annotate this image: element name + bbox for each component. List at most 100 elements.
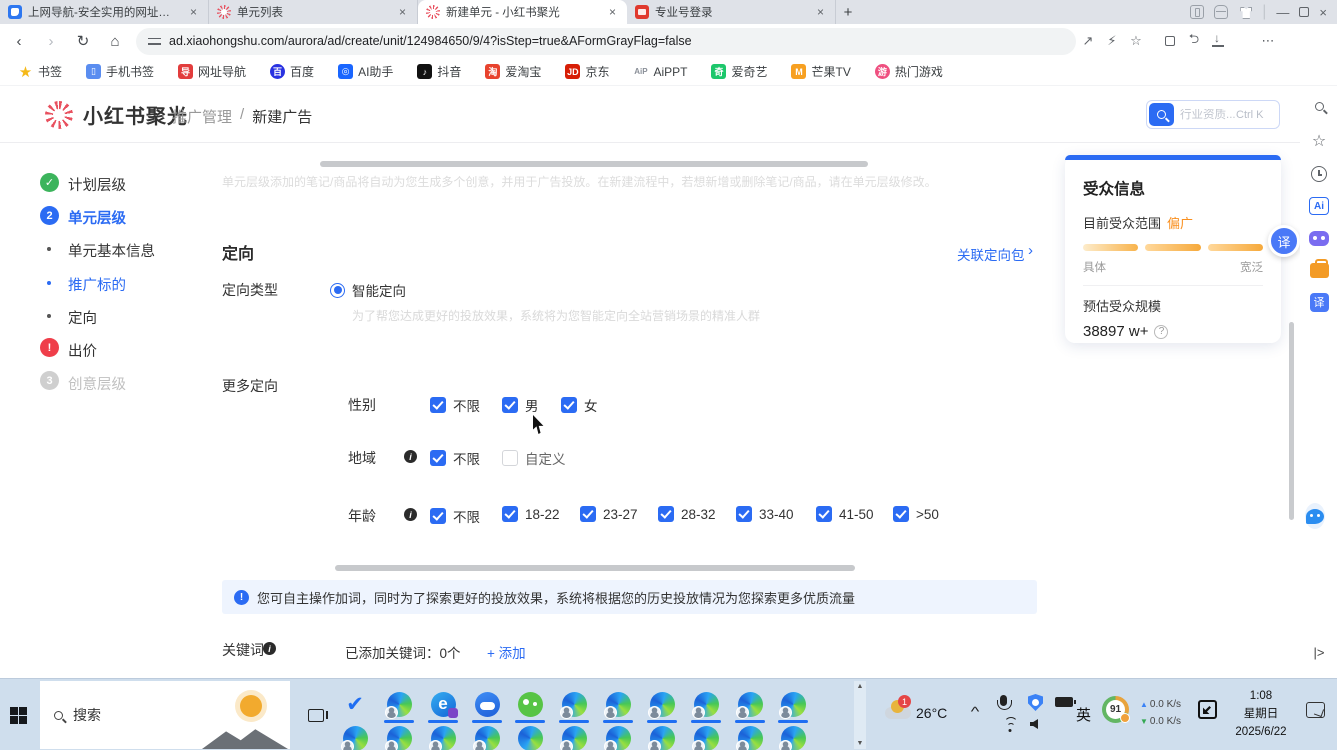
rail-search-icon[interactable] — [1309, 96, 1329, 116]
checkbox[interactable] — [430, 397, 446, 413]
speaker-icon[interactable] — [1030, 719, 1038, 729]
extension-icon[interactable] — [1158, 29, 1182, 53]
taskbar-app-edge[interactable] — [690, 689, 722, 719]
taskbar-app-edge[interactable] — [339, 723, 371, 750]
add-keyword-button[interactable]: + 添加 — [487, 642, 526, 662]
bookmark-item[interactable]: AiPAiPPT — [633, 64, 687, 79]
horizontal-scrollbar[interactable] — [335, 565, 855, 571]
ime-indicator[interactable]: 英 — [1076, 704, 1091, 725]
checkbox[interactable] — [430, 450, 446, 466]
info-icon[interactable]: i — [404, 508, 417, 521]
clock[interactable]: 1:08 星期日 2025/6/22 — [1226, 687, 1296, 741]
region-option-unlimited[interactable]: 不限 — [430, 448, 480, 468]
tab-new-unit-active[interactable]: 新建单元 - 小红书聚光 × — [418, 0, 627, 24]
sidebar-item-bid[interactable]: 出价 — [68, 340, 97, 361]
sidebar-item-unit-basic[interactable]: 单元基本信息 — [68, 240, 155, 261]
maximize-button[interactable] — [1299, 7, 1309, 17]
hidden-icons-chevron[interactable]: ^ — [971, 704, 980, 719]
taskbar-app-edge[interactable] — [777, 689, 809, 719]
taskbar-app-edge[interactable] — [646, 723, 678, 750]
bookmark-item[interactable]: 导网址导航 — [178, 63, 246, 80]
info-icon[interactable]: i — [263, 642, 276, 655]
bookmark-item[interactable]: JD京东 — [565, 63, 609, 80]
tab-close-icon[interactable]: × — [814, 5, 827, 19]
temperature-label[interactable]: 26°C — [916, 705, 947, 721]
taskbar-overflow-scrollbar[interactable]: ▲▼ — [854, 681, 866, 749]
flash-icon[interactable]: ⚡ — [1100, 29, 1124, 53]
age-option-unlimited[interactable]: 不限 — [430, 506, 480, 526]
taskbar-app-wechat[interactable] — [514, 689, 546, 719]
sidebar-item-targeting[interactable]: 定向 — [68, 307, 97, 328]
checkbox[interactable] — [502, 397, 518, 413]
taskbar-app-edge[interactable] — [777, 723, 809, 750]
taskbar-app-edge[interactable] — [471, 723, 503, 750]
question-icon[interactable]: ? — [1154, 325, 1168, 339]
taskbar-app-edge[interactable] — [646, 689, 678, 719]
forward-button[interactable]: › — [38, 28, 64, 54]
wifi-icon[interactable] — [1002, 719, 1018, 732]
task-view-icon[interactable] — [308, 709, 324, 722]
start-button[interactable] — [10, 707, 27, 724]
battery-icon[interactable] — [1055, 697, 1073, 707]
age-option-28-32[interactable]: 28-32 — [658, 506, 716, 522]
close-window-button[interactable]: × — [1319, 5, 1327, 20]
tab-close-icon[interactable]: × — [187, 5, 200, 19]
bookmark-item[interactable]: M芒果TV — [791, 63, 850, 80]
targeting-package-link[interactable]: 关联定向包 — [957, 244, 1025, 264]
taskbar-app-edge[interactable] — [734, 723, 766, 750]
sidebar-step-unit[interactable]: 单元层级 — [68, 207, 126, 228]
notification-center-icon[interactable] — [1306, 702, 1325, 718]
taskbar-search[interactable]: 搜索 — [40, 681, 290, 749]
horizontal-scrollbar[interactable] — [320, 161, 868, 167]
age-option-18-22[interactable]: 18-22 — [502, 506, 560, 522]
bookmark-item[interactable]: ★书签 — [18, 63, 62, 80]
checkbox[interactable] — [430, 508, 446, 524]
rail-expand-icon[interactable]: |> — [1309, 642, 1329, 662]
site-logo[interactable]: 小红书聚光 — [45, 100, 188, 129]
radio-selected-icon[interactable] — [330, 283, 345, 298]
search-button[interactable] — [1149, 103, 1174, 126]
battery-percent-ring[interactable]: 91 — [1102, 696, 1129, 723]
tab-close-icon[interactable]: × — [396, 5, 409, 19]
header-search-input[interactable] — [1174, 109, 1236, 121]
checkbox[interactable] — [502, 506, 518, 522]
security-shield-icon[interactable] — [1028, 694, 1043, 711]
back-button[interactable]: ‹ — [6, 28, 32, 54]
url-text[interactable]: ad.xiaohongshu.com/aurora/ad/create/unit… — [169, 34, 692, 48]
downloads-icon[interactable] — [1206, 29, 1230, 53]
sidebar-item-promo-target[interactable]: 推广标的 — [68, 274, 126, 295]
bookmark-item[interactable]: ♪抖音 — [417, 63, 461, 80]
rail-favorites-icon[interactable]: ☆ — [1309, 131, 1329, 151]
bookmark-star-icon[interactable]: ☆ — [1124, 29, 1148, 53]
sidebar-step-creative[interactable]: 创意层级 — [68, 373, 126, 394]
rail-chat-assistant-icon[interactable] — [1305, 506, 1325, 526]
taskbar-app-edge-legacy[interactable]: e — [427, 689, 459, 719]
recent-tabs-icon[interactable]: ⮌ — [1182, 29, 1206, 53]
tab-close-icon[interactable]: × — [606, 5, 619, 19]
taskbar-app-edge[interactable] — [734, 689, 766, 719]
header-search[interactable]: Ctrl K — [1146, 100, 1280, 129]
bookmark-item[interactable]: 淘爱淘宝 — [485, 63, 541, 80]
minimize-button[interactable]: — — [1276, 5, 1289, 20]
menu-more-icon[interactable]: ⋯ — [1256, 29, 1280, 53]
vertical-scrollbar[interactable] — [1289, 322, 1294, 520]
game-mode-icon[interactable] — [1214, 5, 1228, 19]
tab-pro-login[interactable]: 专业号登录 × — [627, 0, 836, 24]
refresh-button[interactable]: ↻ — [70, 28, 96, 54]
checkbox[interactable] — [816, 506, 832, 522]
rail-toolbox-icon[interactable] — [1309, 260, 1329, 280]
gender-option-male[interactable]: 男 — [502, 395, 539, 415]
checkbox[interactable] — [502, 450, 518, 466]
info-icon[interactable]: i — [404, 450, 417, 463]
chevron-right-icon[interactable]: › — [1028, 242, 1033, 259]
microphone-icon[interactable] — [1000, 695, 1007, 706]
taskbar-app-edge[interactable] — [690, 723, 722, 750]
checkbox[interactable] — [893, 506, 909, 522]
rail-translate-icon[interactable]: 译 — [1309, 292, 1329, 312]
screenshot-icon[interactable] — [1198, 700, 1217, 719]
bookmark-item[interactable]: ◎AI助手 — [338, 63, 393, 80]
gender-option-unlimited[interactable]: 不限 — [430, 395, 480, 415]
breadcrumb-section[interactable]: 推广管理 — [172, 106, 232, 127]
taskbar-app-edge[interactable] — [558, 723, 590, 750]
taskbar-app-edge[interactable] — [602, 723, 634, 750]
